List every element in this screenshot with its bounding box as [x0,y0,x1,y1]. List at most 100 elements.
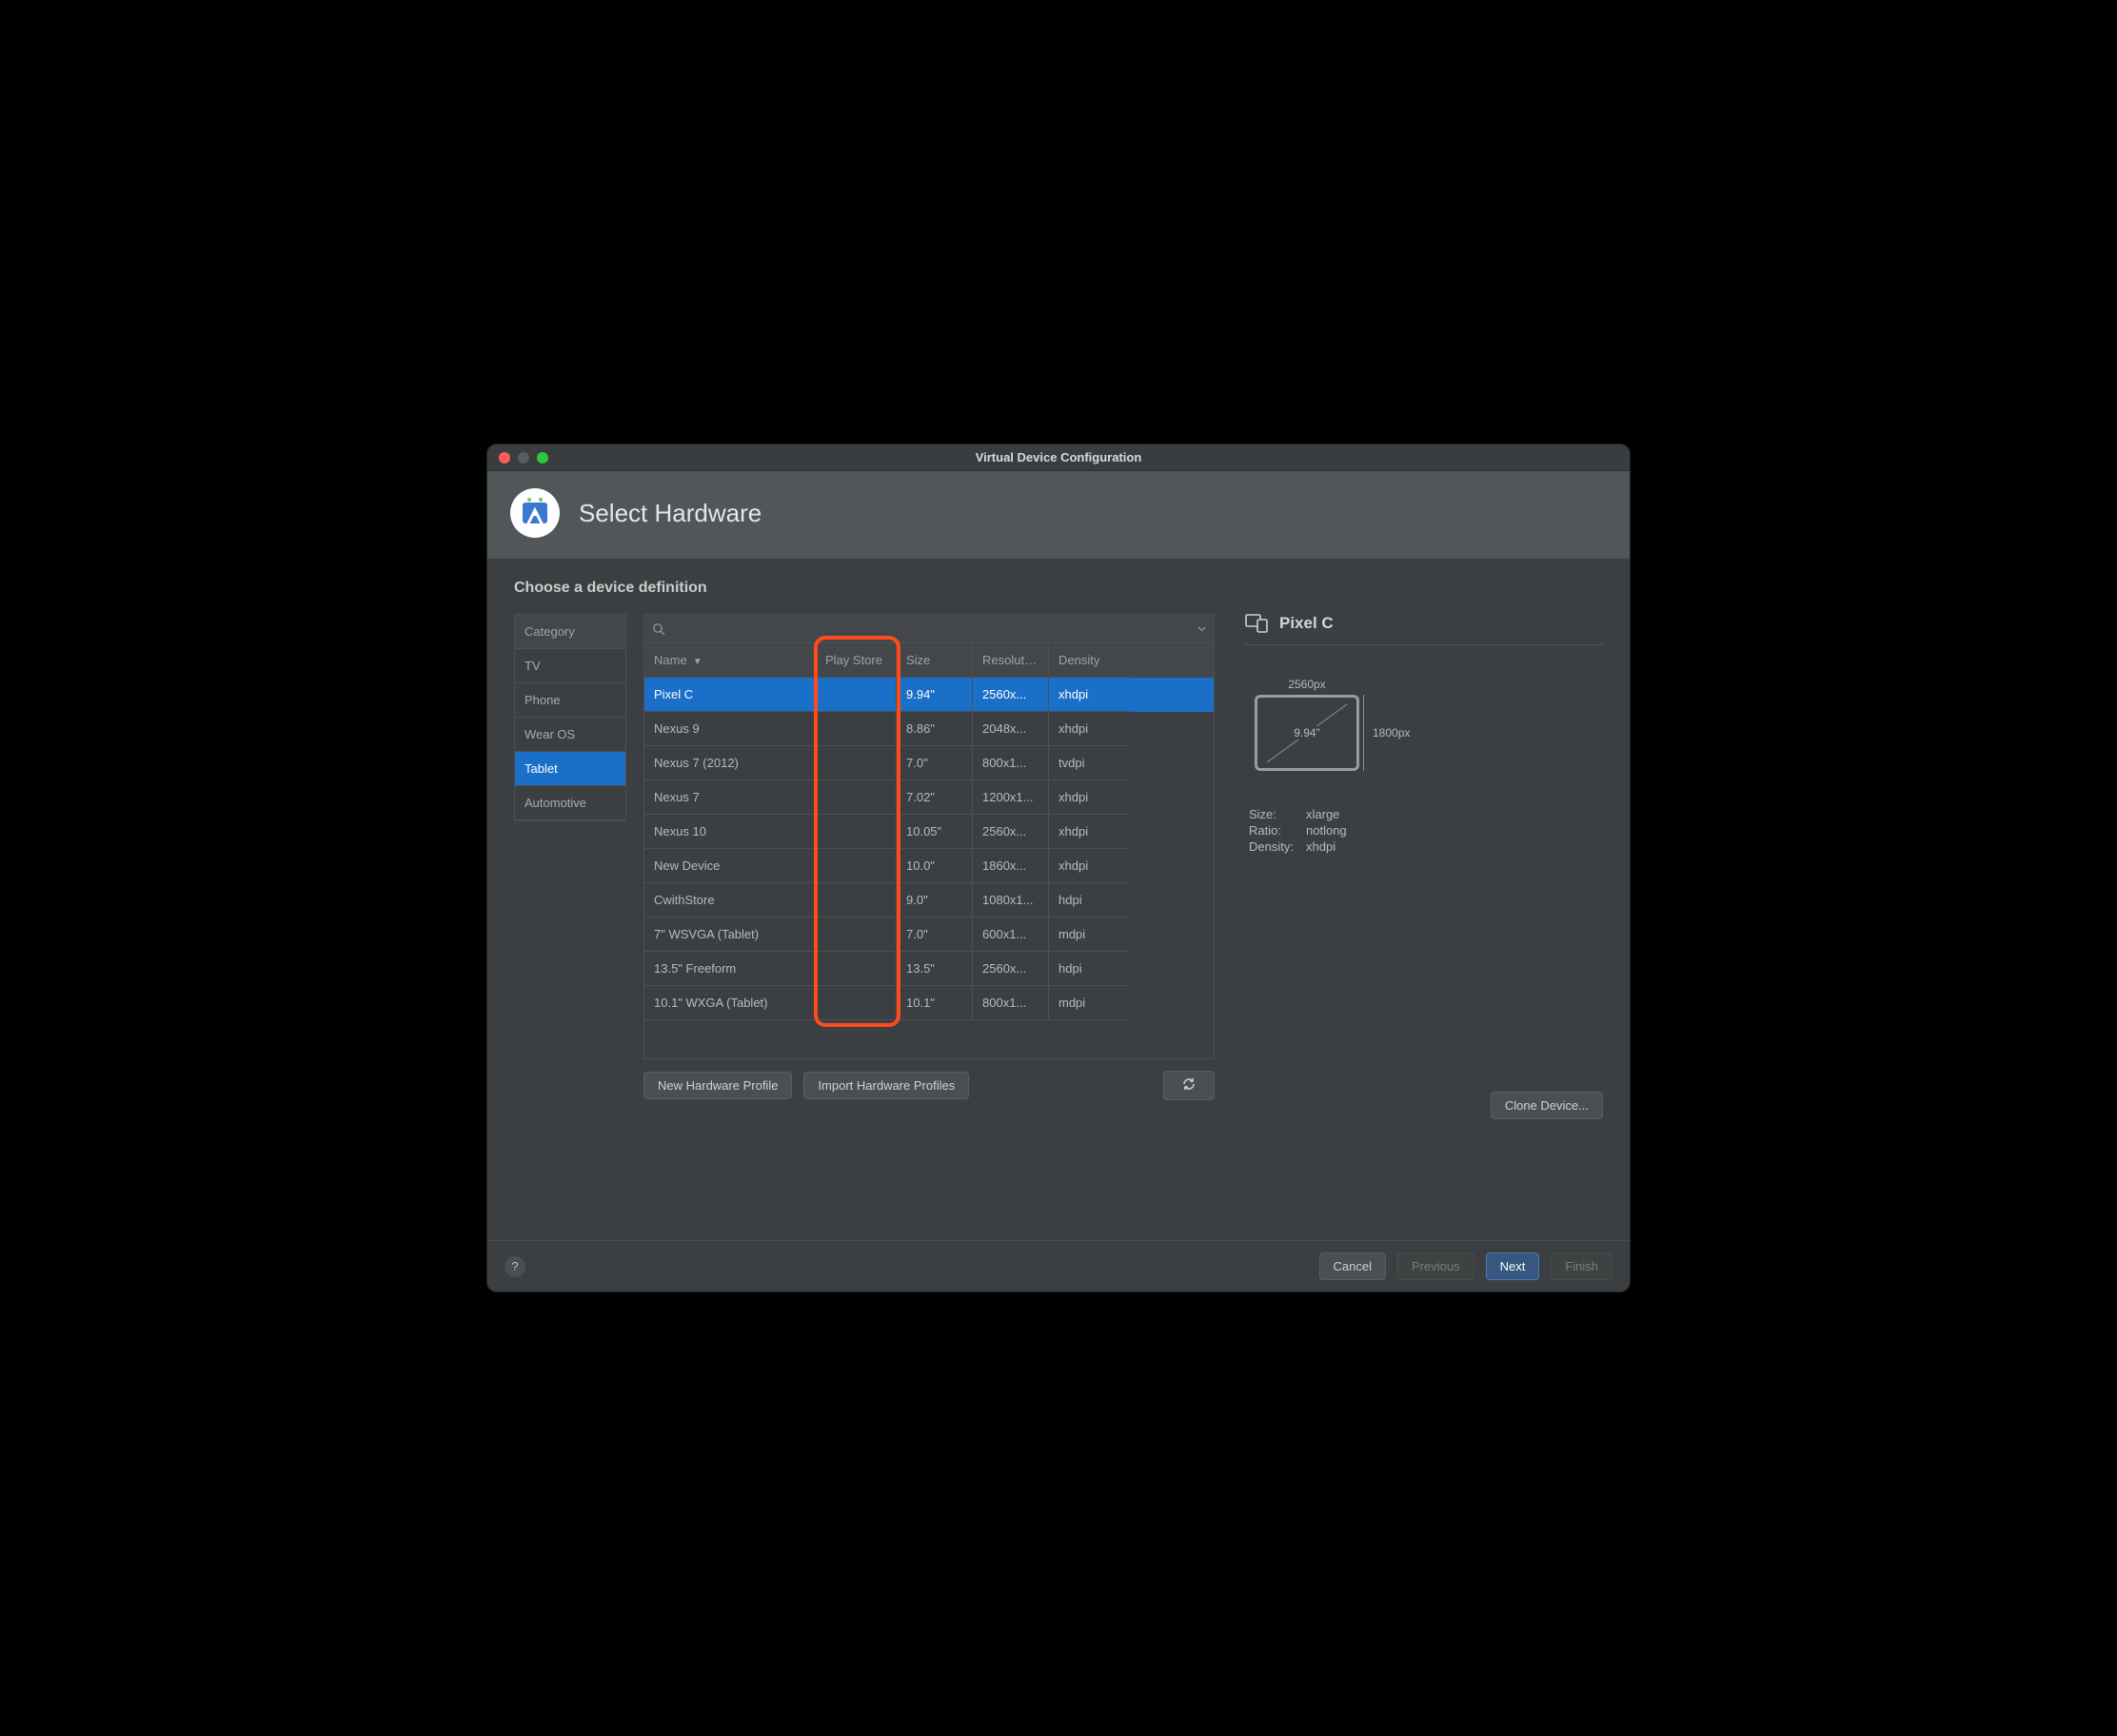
table-cell: 10.05" [897,815,973,849]
table-row[interactable]: Pixel C9.94"2560x...xhdpi [644,678,1214,712]
table-cell [816,746,897,780]
table-cell: 1200x1... [973,780,1049,815]
dialog-window: Virtual Device Configuration Select Hard… [487,444,1630,1292]
table-cell: 7.0" [897,917,973,952]
table-cell: 13.5" Freeform [644,952,816,986]
device-table: Name▼Play StoreSizeResolutionDensity Pix… [643,642,1215,1059]
category-list: Category TVPhoneWear OSTabletAutomotive [514,614,626,821]
table-cell: 2560x... [973,815,1049,849]
table-cell: 1080x1... [973,883,1049,917]
table-cell: 13.5" [897,952,973,986]
table-cell: 600x1... [973,917,1049,952]
clone-device-button[interactable]: Clone Device... [1491,1092,1603,1119]
search-field[interactable] [643,614,1215,642]
category-item[interactable]: Tablet [515,752,625,786]
table-cell: Nexus 7 [644,780,816,815]
table-cell [816,917,897,952]
spec-density-label: Density: [1249,839,1306,854]
table-cell [816,883,897,917]
table-cell: xhdpi [1049,678,1130,712]
table-cell: 800x1... [973,986,1049,1020]
dialog-footer: ? Cancel Previous Next Finish [487,1240,1630,1292]
devices-icon [1245,614,1268,633]
table-cell: hdpi [1049,952,1130,986]
previous-button: Previous [1397,1253,1474,1280]
search-icon [652,622,665,636]
table-cell: 7" WSVGA (Tablet) [644,917,816,952]
table-cell: 1860x... [973,849,1049,883]
spec-density-value: xhdpi [1306,839,1603,854]
table-header-row: Name▼Play StoreSizeResolutionDensity [644,643,1214,678]
page-title: Select Hardware [579,499,762,528]
table-cell [816,849,897,883]
new-hardware-profile-button[interactable]: New Hardware Profile [643,1072,792,1099]
table-cell: Nexus 7 (2012) [644,746,816,780]
table-cell: CwithStore [644,883,816,917]
preview-diagonal-label: 9.94" [1291,726,1323,740]
table-cell [816,986,897,1020]
table-cell: xhdpi [1049,815,1130,849]
category-item[interactable]: Phone [515,683,625,718]
help-button[interactable]: ? [505,1256,525,1277]
search-input[interactable] [671,621,1196,636]
table-cell [816,952,897,986]
spec-size-label: Size: [1249,807,1306,821]
table-cell: xhdpi [1049,712,1130,746]
table-row[interactable]: Nexus 10 10.05"2560x...xhdpi [644,815,1214,849]
table-row[interactable]: 13.5" Freeform13.5"2560x...hdpi [644,952,1214,986]
category-item[interactable]: Wear OS [515,718,625,752]
table-row[interactable]: CwithStore 9.0"1080x1...hdpi [644,883,1214,917]
device-preview: 2560px 9.94" 1800px [1255,683,1388,788]
table-cell: 10.0" [897,849,973,883]
table-cell: 10.1" WXGA (Tablet) [644,986,816,1020]
close-icon[interactable] [499,452,510,464]
cancel-button[interactable]: Cancel [1319,1253,1386,1280]
import-hardware-profiles-button[interactable]: Import Hardware Profiles [803,1072,969,1099]
minimize-icon[interactable] [518,452,529,464]
table-cell: 8.86" [897,712,973,746]
table-row[interactable]: Nexus 7 7.02"1200x1...xhdpi [644,780,1214,815]
table-cell: xhdpi [1049,849,1130,883]
column-header[interactable]: Size [897,643,973,678]
window-title: Virtual Device Configuration [487,450,1630,464]
column-header[interactable]: Name▼ [644,643,816,678]
table-row[interactable]: 7" WSVGA (Tablet) 7.0"600x1...mdpi [644,917,1214,952]
zoom-icon[interactable] [537,452,548,464]
column-header[interactable]: Resolution [973,643,1049,678]
preview-width-label: 2560px [1255,678,1359,691]
category-header: Category [515,615,625,649]
category-item[interactable]: TV [515,649,625,683]
table-cell [816,780,897,815]
category-item[interactable]: Automotive [515,786,625,820]
table-cell: 7.02" [897,780,973,815]
table-cell: 2048x... [973,712,1049,746]
table-cell: mdpi [1049,917,1130,952]
table-cell: Nexus 9 [644,712,816,746]
table-cell [816,815,897,849]
column-header[interactable]: Play Store [816,643,897,678]
table-cell: xhdpi [1049,780,1130,815]
table-cell: 9.0" [897,883,973,917]
preview-height-label: 1800px [1373,726,1410,740]
column-header[interactable]: Density [1049,643,1130,678]
refresh-button[interactable] [1163,1071,1215,1100]
table-row[interactable]: 10.1" WXGA (Tablet)10.1"800x1...mdpi [644,986,1214,1020]
table-cell [816,678,897,712]
table-cell: Nexus 10 [644,815,816,849]
table-cell: 2560x... [973,678,1049,712]
table-row[interactable]: Nexus 7 (2012)7.0"800x1...tvdpi [644,746,1214,780]
chevron-down-icon[interactable] [1197,624,1206,633]
spec-ratio-label: Ratio: [1249,823,1306,838]
next-button[interactable]: Next [1486,1253,1540,1280]
table-cell: 7.0" [897,746,973,780]
android-studio-icon [510,488,560,538]
table-row[interactable]: Nexus 9 8.86"2048x...xhdpi [644,712,1214,746]
table-cell: New Device [644,849,816,883]
refresh-icon [1181,1077,1197,1091]
preview-title: Pixel C [1279,614,1334,633]
titlebar: Virtual Device Configuration [487,444,1630,471]
table-cell: hdpi [1049,883,1130,917]
preview-pane: Pixel C 2560px 9.94" 1800px Size: [1232,614,1603,1119]
sort-indicator-icon: ▼ [693,657,702,667]
table-row[interactable]: New Device 10.0"1860x...xhdpi [644,849,1214,883]
